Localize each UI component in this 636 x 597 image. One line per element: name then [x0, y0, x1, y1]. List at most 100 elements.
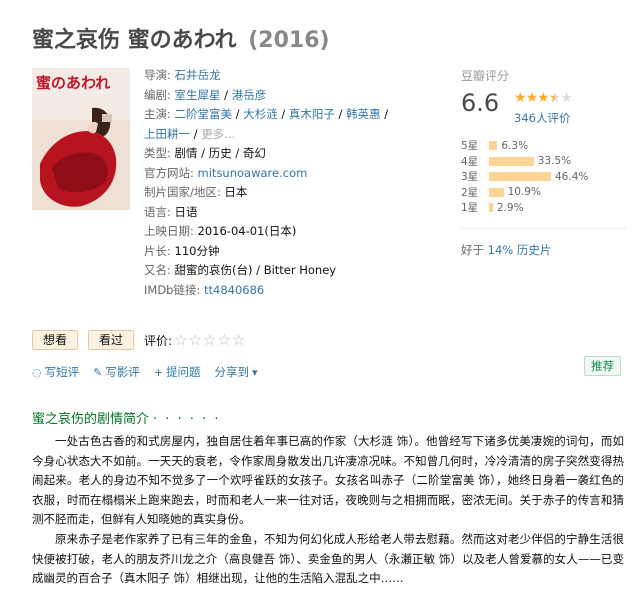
rating-dist-bar	[489, 156, 534, 166]
action-row: 想看 看过 评价: ☆☆☆☆☆	[32, 330, 246, 350]
release-label: 上映日期	[144, 224, 190, 238]
poster-logo-text: 蜜のあわれ	[36, 74, 110, 92]
rating-dist-bar	[489, 203, 493, 213]
cast-row: 主演: 二阶堂富美 / 大杉涟 / 真木阳子 / 韩英惠 /	[144, 107, 389, 121]
better-prefix: 好于	[461, 243, 484, 257]
cast-link-3[interactable]: 真木阳子	[289, 107, 335, 121]
imdb-row: IMDb链接: tt4840686	[144, 282, 265, 297]
rating-dist-bar	[489, 187, 504, 197]
release-value: 2016-04-01(日本)	[197, 224, 297, 238]
want-to-watch-button[interactable]: 想看	[32, 330, 79, 350]
intro-title: 蜜之哀伤的剧情简介 · · · · · ·	[32, 408, 220, 427]
share-dropdown[interactable]: 分享到 ▾	[215, 364, 261, 380]
intro-text: 一处古色古香的和式房屋内，独自居住着年事已高的作家（大杉涟 饰）。他曾经写下诸多…	[32, 432, 624, 589]
rating-dist-percent: 33.5%	[537, 155, 572, 168]
write-short-review-link[interactable]: ◌ 写短评	[32, 364, 79, 380]
rating-dist-percent: 46.4%	[555, 170, 589, 183]
movie-year: (2016)	[248, 28, 330, 53]
official-site-link[interactable]: mitsunoaware.com	[198, 166, 308, 180]
rating-dist-bar	[489, 141, 498, 151]
language-label: 语言	[144, 204, 167, 219]
intro-paragraph-2: 原来赤子是老作家养了已有三年的金鱼，不知为何幻化成人形给老人带去慰藉。然而这对老…	[32, 531, 624, 586]
runtime-row: 片长: 110分钟	[144, 243, 220, 258]
movie-poster[interactable]: 蜜のあわれ	[32, 68, 130, 210]
write-review-link[interactable]: ✎ 写影评	[93, 364, 140, 380]
plus-icon: +	[153, 365, 164, 379]
imdb-link[interactable]: tt4840686	[204, 283, 264, 297]
rate-star-5-icon[interactable]: ☆	[232, 331, 246, 349]
write-short-review-label: 写短评	[44, 365, 80, 379]
site-row: 官方网站: mitsunoaware.com	[144, 165, 308, 180]
star-icon: ★	[525, 90, 539, 106]
rate-star-4-icon[interactable]: ☆	[217, 331, 231, 349]
rate-stars[interactable]: ☆☆☆☆☆	[174, 331, 246, 349]
genre-1: 剧情	[174, 146, 198, 160]
runtime-label: 片长	[144, 243, 167, 258]
cast-link-2[interactable]: 大杉涟	[243, 107, 278, 121]
rating-dist-label: 5星	[461, 140, 479, 153]
rating-dist-percent: 2.9%	[496, 201, 524, 214]
director-row: 导演: 石井岳龙	[144, 68, 221, 82]
rating-divider	[461, 228, 626, 229]
intro-heading: 蜜之哀伤的剧情简介	[32, 412, 150, 427]
rating-dist-row: 4星 33.5%	[461, 154, 631, 170]
rate-star-1-icon[interactable]: ☆	[174, 331, 188, 349]
ask-question-label: 提问题	[166, 365, 201, 379]
writer-row: 编剧: 室生犀星 / 港岳彦	[144, 87, 267, 102]
rating-dist-label: 2星	[461, 186, 479, 199]
release-row: 上映日期: 2016-04-01(日本)	[144, 224, 297, 238]
writer-label: 编剧	[144, 87, 167, 102]
empty-star-icon: ★	[560, 90, 573, 106]
intro-dots: · · · · · ·	[153, 412, 221, 427]
rate-star-3-icon[interactable]: ☆	[203, 331, 217, 349]
recommend-button[interactable]: 推荐	[584, 356, 621, 376]
genre-row: 类型: 剧情 / 历史 / 奇幻	[144, 146, 266, 160]
cast-row-2: 上田耕一 / 更多...	[144, 126, 236, 141]
rating-score: 6.6	[461, 89, 500, 117]
aka-row: 又名: 甜蜜的哀伤(台) / Bitter Honey	[144, 263, 337, 277]
rating-dist-row: 1星 2.9%	[461, 200, 631, 216]
aka-label: 又名	[144, 263, 167, 277]
intro-paragraph-1: 一处古色古香的和式房屋内，独自居住着年事已高的作家（大杉涟 饰）。他曾经写下诸多…	[32, 434, 624, 527]
votes-link[interactable]: 346人评价	[514, 110, 570, 126]
language-row: 语言: 日语	[144, 204, 198, 219]
chevron-down-icon: ▾	[252, 365, 258, 379]
rating-better-than: 好于 14% 历史片	[461, 242, 551, 258]
pencil-icon: ✎	[93, 365, 103, 379]
seen-button[interactable]: 看过	[88, 330, 135, 350]
rate-star-2-icon[interactable]: ☆	[189, 331, 203, 349]
write-review-label: 写影评	[105, 365, 140, 379]
rating-dist-percent: 10.9%	[507, 186, 541, 199]
country-value: 日本	[224, 185, 248, 199]
rate-label: 评价:	[144, 333, 173, 348]
writer-link-1[interactable]: 室生犀星	[175, 88, 221, 102]
cast-more-link[interactable]: 更多...	[201, 127, 235, 141]
language-value: 日语	[174, 204, 198, 219]
tools-row: ◌ 写短评 ✎ 写影评 + 提问题 分享到 ▾	[32, 364, 275, 380]
better-than-link[interactable]: 14% 历史片	[488, 243, 552, 257]
movie-info: 导演: 石井岳龙 编剧: 室生犀星 / 港岳彦 主演: 二阶堂富美 / 大杉涟 …	[144, 66, 434, 300]
share-label: 分享到	[214, 365, 250, 379]
country-row: 制片国家/地区: 日本	[144, 185, 248, 199]
cast-label: 主演	[144, 107, 167, 121]
runtime-value: 110分钟	[174, 243, 220, 258]
genre-3: 奇幻	[242, 146, 266, 160]
cast-link-4[interactable]: 韩英惠	[346, 107, 381, 121]
rating-dist-row: 2星 10.9%	[461, 185, 631, 201]
half-star-icon: ★	[548, 90, 562, 106]
director-label: 导演	[144, 68, 167, 82]
rating-dist-percent: 6.3%	[501, 139, 529, 152]
writer-link-2[interactable]: 港岳彦	[232, 88, 267, 102]
rating-dist-label: 1星	[461, 202, 479, 215]
rating-dist-row: 3星 46.4%	[461, 169, 631, 185]
cast-link-1[interactable]: 二阶堂富美	[175, 107, 233, 121]
movie-title: 蜜之哀伤 蜜のあわれ	[32, 28, 237, 53]
ask-question-link[interactable]: + 提问题	[154, 364, 201, 380]
star-icon: ★	[537, 90, 550, 106]
cast-link-5[interactable]: 上田耕一	[144, 127, 190, 141]
director-link[interactable]: 石井岳龙	[175, 68, 221, 82]
rating-dist-bar	[489, 172, 551, 182]
rating-dist-label: 3星	[461, 171, 479, 184]
genre-2: 历史	[208, 146, 232, 160]
country-label: 制片国家/地区	[144, 185, 217, 199]
